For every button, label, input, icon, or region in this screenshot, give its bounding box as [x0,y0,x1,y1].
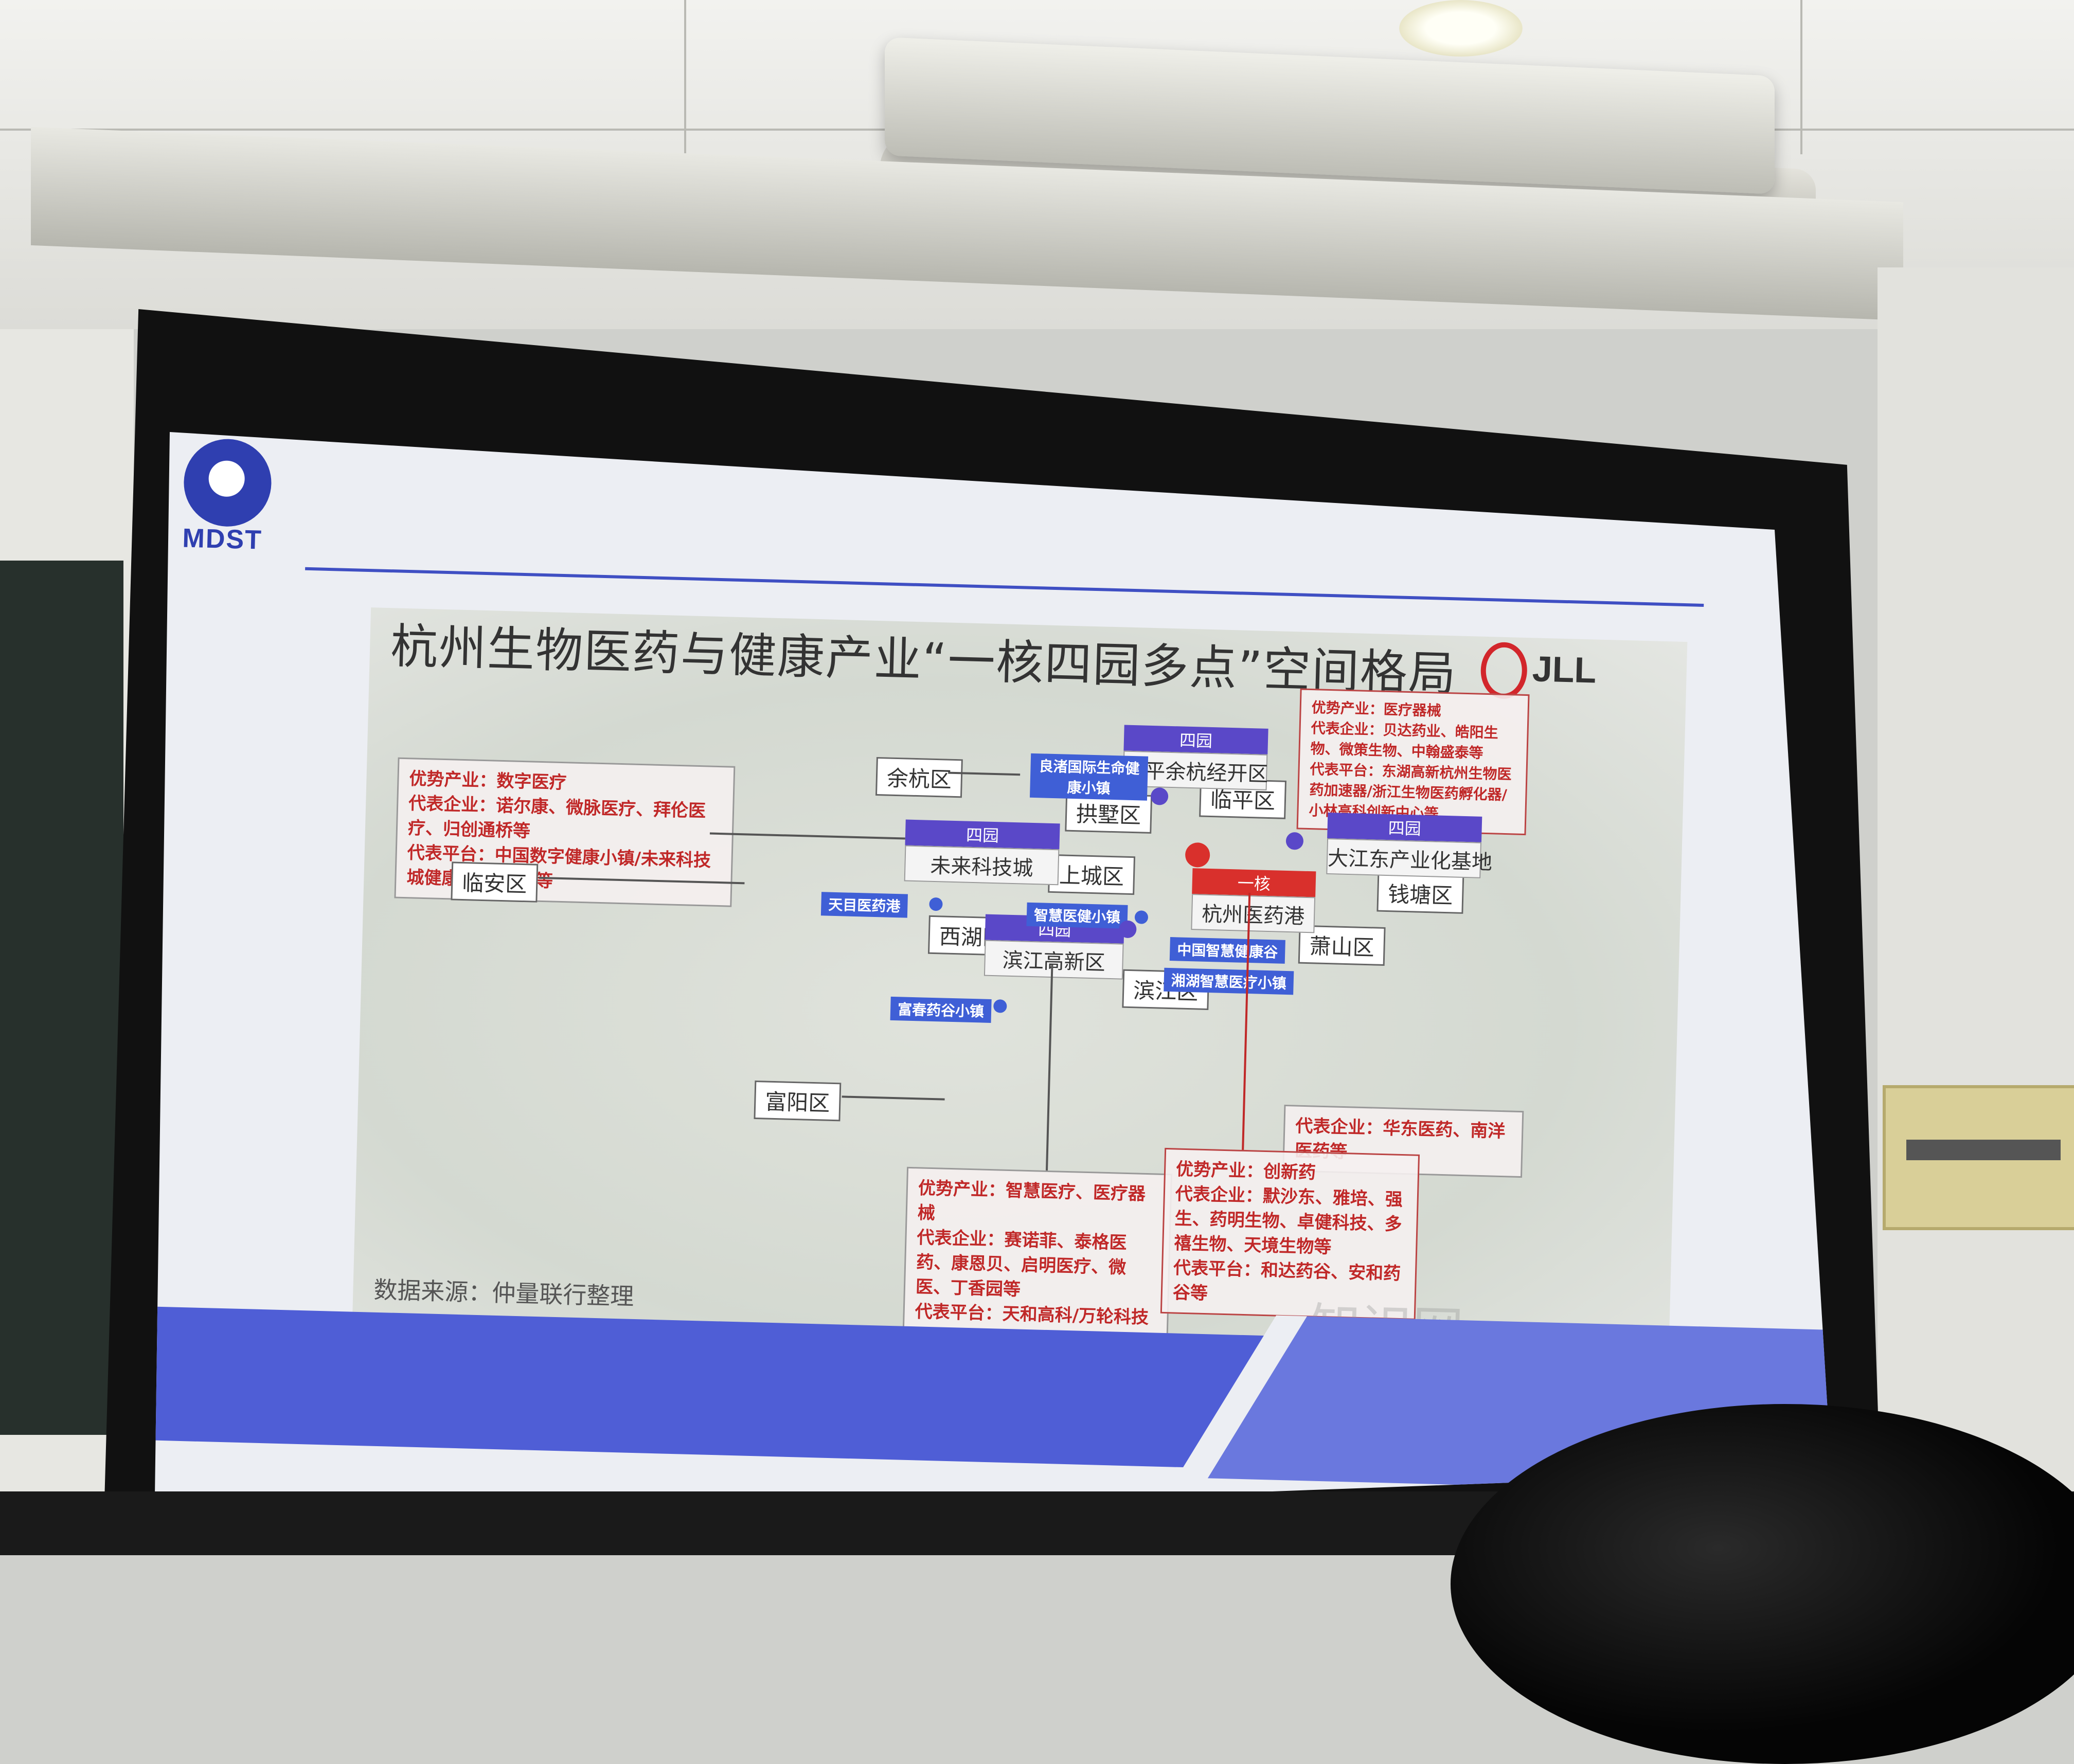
mdst-logo [183,438,273,528]
district-shangcheng: 上城区 [1048,854,1136,895]
park-future-sci-tech-city: 四园 未来科技城 [904,819,1060,886]
ceiling-grid-line [684,0,686,154]
right-wall [1878,267,2074,1555]
core-pharma-port: 一核 杭州医药港 [1191,868,1316,933]
info-box-northwest: 优势产业：数字医疗 代表企业：诺尔康、微脉医疗、拜伦医疗、归创通桥等 代表平台：… [394,757,736,907]
town-tianmu: 天目医药港 [820,892,908,918]
data-source: 数据来源：仲量联行整理 [373,1275,635,1310]
park-name: 滨江高新区 [984,940,1124,980]
town-smart-health: 智慧医健小镇 [1026,902,1128,929]
park-dajiangdong: 四园 大江东产业化基地 [1326,812,1493,878]
blackboard [0,561,123,1435]
district-fuyang: 富阳区 [754,1080,842,1122]
park-name: 大江东产业化基地 [1326,838,1493,878]
ceiling-grid-line [1800,0,1802,154]
slide-content: MDST 杭州生物医药与健康产业“一核四园多点”空间格局 JLL 优势产业：医疗… [154,432,1831,1533]
panel-switches [1906,1140,2061,1160]
core-head: 一核 [1192,868,1316,897]
electrical-panel [1883,1085,2074,1230]
core-name: 杭州医药港 [1191,894,1316,933]
park-head: 四园 [1327,812,1482,842]
town-xianghu: 湘湖智慧医疗小镇 [1164,967,1294,995]
header-rule [305,567,1704,607]
jll-text: JLL [1531,649,1597,691]
logo-text: MDST [182,523,263,555]
town-fuchun: 富春药谷小镇 [890,996,992,1023]
district-linan: 临安区 [451,861,539,903]
district-yuhang: 余杭区 [875,757,963,798]
district-qiantang: 钱塘区 [1376,873,1464,914]
town-liangzhu: 良渚国际生命健康小镇 [1029,753,1149,801]
park-head: 四园 [905,819,1060,850]
ceiling-light [1399,0,1523,57]
park-head: 四园 [1123,725,1268,754]
park-name: 未来科技城 [904,845,1060,886]
town-china-smart-health-valley: 中国智慧健康谷 [1169,937,1285,964]
logo-hole [208,460,245,497]
